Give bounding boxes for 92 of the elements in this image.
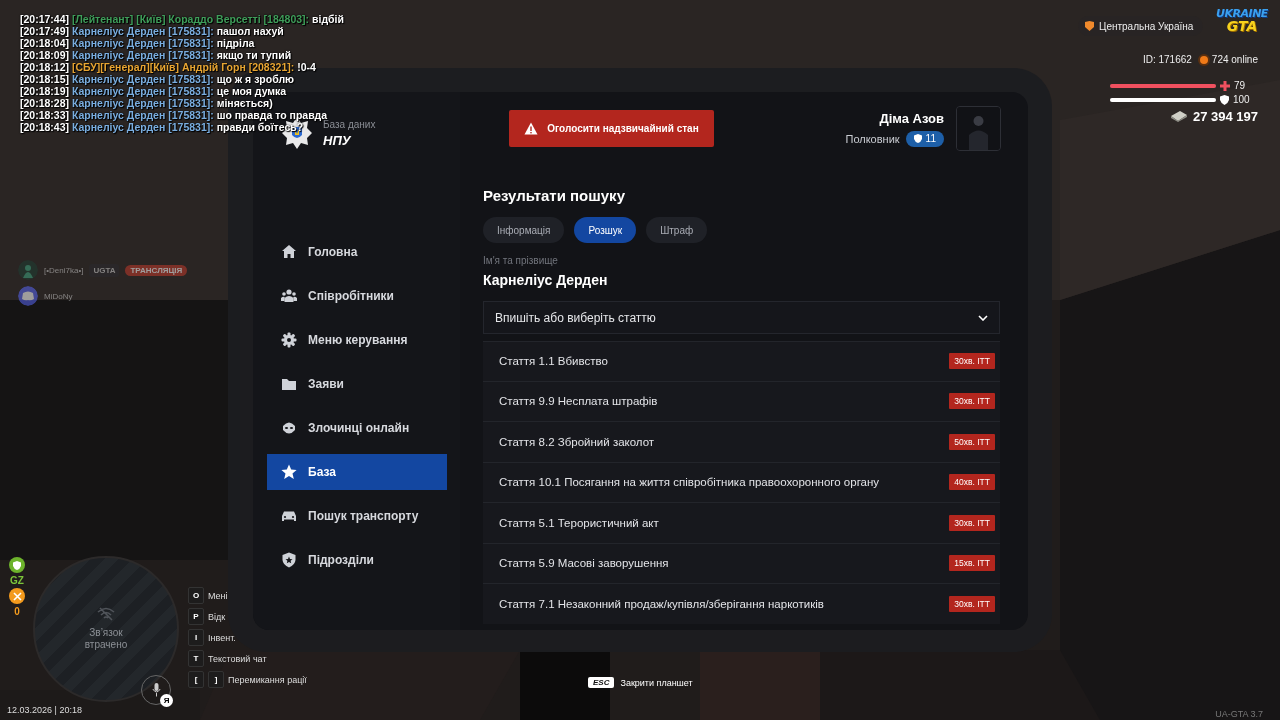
- penalty-tag: 15хв. ІТТ: [949, 555, 995, 572]
- chat-message: [20:18:09] Карнеліус Дерден [175831]: якщо ти тупий: [20, 49, 292, 61]
- brand-subtitle: База даних: [323, 118, 376, 130]
- penalty-tag: 30хв. ІТТ: [949, 514, 995, 531]
- nav-item[interactable]: Пошук транспорту: [267, 498, 447, 534]
- chat-message: [20:18:04] Карнеліус Дерден [175831]: підріла: [20, 37, 255, 49]
- money-amount: 27 394 197: [1192, 108, 1258, 124]
- key-cap: T: [188, 650, 204, 667]
- date-time: 12.03.2026 | 20:18: [7, 705, 82, 715]
- logo-text: GTA: [1226, 19, 1258, 33]
- zone-label: GZ: [10, 575, 24, 586]
- penalty-tag: 30хв. ІТТ: [949, 353, 995, 370]
- chevron-down-icon: [978, 314, 988, 321]
- key-cap: ]: [208, 671, 224, 688]
- keybind-label: Мені: [208, 590, 228, 601]
- field-value: Карнеліус Дерден: [483, 272, 609, 288]
- health-cross-icon: [1220, 80, 1230, 91]
- chat-message: [20:18:28] Карнеліус Дерден [175831]: міняється): [20, 97, 273, 109]
- brand-title: НПУ: [323, 132, 352, 148]
- voice-user-name: [•Deni7ka•]: [44, 265, 84, 275]
- hunger-value: 0: [14, 606, 20, 617]
- keybind-label: Перемикання рації: [228, 674, 307, 685]
- star-icon: [281, 464, 297, 480]
- voice-user-name: MiDoNy: [44, 291, 73, 301]
- penalty-tag: 30хв. ІТТ: [949, 393, 995, 410]
- chat-message: [20:18:12] [СБУ][Генерал][Київ] Андрій Горн [208321]: !0-4: [20, 61, 316, 73]
- section-title: Результати пошуку: [483, 187, 626, 204]
- keybind-label: Інвент.: [208, 632, 236, 643]
- chat-message: [20:18:19] Карнеліус Дерден [175831]: це моя думка: [20, 85, 287, 97]
- article-item[interactable]: Стаття 1.1 Вбивство 30хв. ІТТ: [483, 341, 1000, 382]
- health-value: 79: [1234, 80, 1246, 91]
- discord-icon: [18, 286, 38, 306]
- avatar: [956, 106, 1001, 151]
- warning-icon: [524, 122, 539, 135]
- cash-icon: [1170, 110, 1187, 122]
- nav-item[interactable]: Підрозділи: [267, 542, 447, 578]
- nav-item[interactable]: База: [267, 454, 447, 490]
- article-item[interactable]: Стаття 7.1 Незаконний продаж/купівля/зберігання наркотиків 30хв. ІТТ: [483, 584, 1000, 624]
- shield-icon: [281, 552, 297, 568]
- article-item[interactable]: Стаття 5.9 Масові заворушення 15хв. ІТТ: [483, 543, 1000, 584]
- field-label: Ім'я та прізвище: [483, 255, 559, 266]
- people-icon: [281, 288, 297, 304]
- article-item[interactable]: Стаття 10.1 Посягання на життя співробітника правоохоронного органу 40хв. ІТТ: [483, 462, 1000, 503]
- key-cap: O: [188, 587, 204, 604]
- avatar: [18, 260, 38, 280]
- keybind-label: Текстовий чат: [208, 653, 267, 664]
- penalty-tag: 50хв. ІТТ: [949, 433, 995, 450]
- tab[interactable]: Інформація: [483, 217, 565, 243]
- mask-icon: [281, 420, 297, 436]
- penalty-tag: 40хв. ІТТ: [949, 474, 995, 491]
- online-count: 724 online: [1211, 54, 1258, 65]
- article-item[interactable]: Стаття 9.9 Несплата штрафів 30хв. ІТТ: [483, 381, 1000, 422]
- nav-item[interactable]: Заяви: [267, 366, 447, 402]
- player-id: ID: 171662: [1142, 54, 1192, 65]
- article-item[interactable]: Стаття 8.2 Збройний заколот 50хв. ІТТ: [483, 422, 1000, 463]
- level-badge: 11: [905, 130, 944, 147]
- chat-message: [20:18:33] Карнеліус Дерден [175831]: шо правда то правда: [20, 109, 328, 121]
- folder-icon: [281, 376, 297, 392]
- keybind-label: Відк: [208, 611, 226, 622]
- microphone-icon: [151, 683, 161, 697]
- shield-icon: [1085, 21, 1094, 31]
- user-rank: Полковник: [845, 132, 900, 145]
- user-name: Діма Азов: [879, 110, 944, 126]
- key-cap: I: [188, 629, 204, 646]
- shield-icon: [1220, 94, 1229, 105]
- map-message: Зв’язок втрачено: [83, 627, 129, 651]
- online-dot-icon: [1199, 55, 1208, 64]
- article-item[interactable]: Стаття 5.1 Терористичний акт 30хв. ІТТ: [483, 503, 1000, 544]
- penalty-tag: 30хв. ІТТ: [949, 595, 995, 612]
- live-badge: ТРАНСЛЯЦІЯ: [125, 264, 188, 276]
- key-cap: P: [188, 608, 204, 625]
- article-select[interactable]: Впишіть або виберіть статтю: [483, 301, 1000, 334]
- version-label: UA-GTA 3.7: [1215, 709, 1263, 719]
- key-cap: ESC: [588, 677, 615, 688]
- logo-text: UKRAINE: [1216, 8, 1268, 19]
- nav-item[interactable]: Співробітники: [267, 278, 447, 314]
- tab[interactable]: Штраф: [646, 217, 708, 243]
- chat-message: [20:18:15] Карнеліус Дерден [175831]: що ж я зроблю: [20, 73, 295, 85]
- chat-message: [20:17:44] [Лейтенант] [Київ] Кораддо Версетті [184803]: відбій: [20, 13, 344, 25]
- emergency-button[interactable]: Оголосити надзвичайний стан: [509, 110, 714, 147]
- home-icon: [281, 244, 297, 260]
- gear-icon: [281, 332, 297, 348]
- chat-message: [20:17:49] Карнеліус Дерден [175831]: пашол нахуй: [20, 25, 284, 37]
- key-cap: [: [188, 671, 204, 688]
- close-hint: Закрити планшет: [620, 677, 693, 688]
- tab[interactable]: Розшук: [574, 217, 637, 243]
- nav-item[interactable]: Меню керування: [267, 322, 447, 358]
- voice-tag: UGTA: [89, 263, 120, 277]
- no-signal-icon: [97, 607, 115, 621]
- armor-value: 100: [1233, 94, 1250, 105]
- nav-item[interactable]: Злочинці онлайн: [267, 410, 447, 446]
- nav-item[interactable]: Головна: [267, 234, 447, 270]
